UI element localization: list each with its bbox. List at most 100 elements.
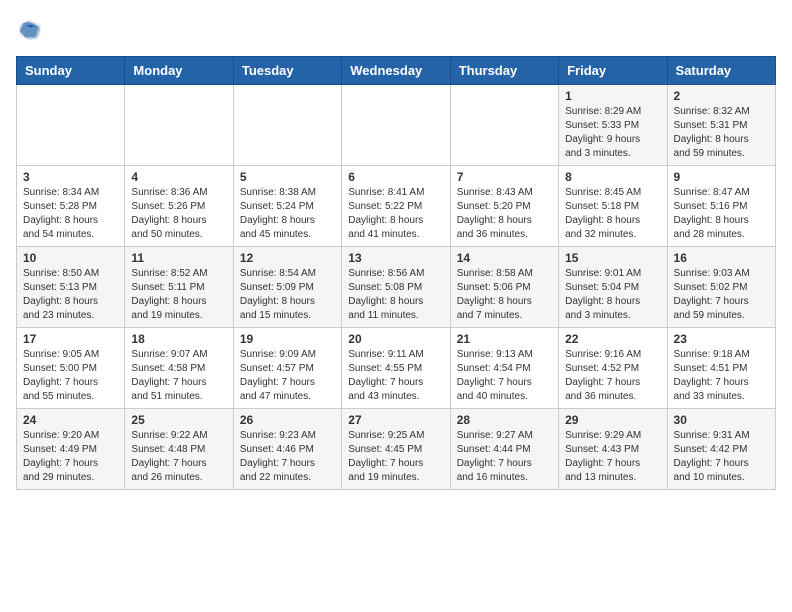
day-number: 11 xyxy=(131,251,226,265)
calendar-cell: 24Sunrise: 9:20 AM Sunset: 4:49 PM Dayli… xyxy=(17,409,125,490)
day-details: Sunrise: 9:03 AM Sunset: 5:02 PM Dayligh… xyxy=(674,267,769,323)
day-number: 28 xyxy=(457,413,552,427)
calendar-cell: 29 Sunrise: 9:29 AM Sunset: 4:43 PM Dayli… xyxy=(559,409,667,490)
day-number: 30 xyxy=(674,413,769,427)
calendar-cell: 27 Sunrise: 9:25 AM Sunset: 4:45 PM Dayli… xyxy=(342,409,450,490)
column-header-saturday: Saturday xyxy=(667,57,775,85)
column-header-friday: Friday xyxy=(559,57,667,85)
day-details: Sunrise: 9:23 AM Sunset: 4:46 PM Dayligh… xyxy=(240,429,335,485)
day-details: Sunrise: 9:20 AM Sunset: 4:49 PM Dayligh… xyxy=(23,429,118,485)
calendar-cell: 3 Sunrise: 8:34 AM Sunset: 5:28 PM Daylig… xyxy=(17,166,125,247)
day-number: 12 xyxy=(240,251,335,265)
calendar-cell: 20 Sunrise: 9:11 AM Sunset: 4:55 PM Dayli… xyxy=(342,328,450,409)
day-details: Sunrise: 8:47 AM Sunset: 5:16 PM Dayligh… xyxy=(674,186,769,242)
day-details: Sunrise: 8:50 AM Sunset: 5:13 PM Dayligh… xyxy=(23,267,118,323)
column-header-sunday: Sunday xyxy=(17,57,125,85)
calendar-cell: 11 Sunrise: 8:52 AM Sunset: 5:11 PM Dayli… xyxy=(125,247,233,328)
column-header-tuesday: Tuesday xyxy=(233,57,341,85)
day-details: Sunrise: 9:16 AM Sunset: 4:52 PM Dayligh… xyxy=(565,348,660,404)
calendar-cell: 26Sunrise: 9:23 AM Sunset: 4:46 PM Dayli… xyxy=(233,409,341,490)
day-number: 23 xyxy=(674,332,769,346)
day-details: Sunrise: 9:25 AM Sunset: 4:45 PM Dayligh… xyxy=(348,429,443,485)
calendar-cell: 14Sunrise: 8:58 AM Sunset: 5:06 PM Dayli… xyxy=(450,247,558,328)
calendar-cell: 16 Sunrise: 9:03 AM Sunset: 5:02 PM Dayli… xyxy=(667,247,775,328)
calendar-cell: 21Sunrise: 9:13 AM Sunset: 4:54 PM Dayli… xyxy=(450,328,558,409)
day-number: 2 xyxy=(674,89,769,103)
day-details: Sunrise: 9:07 AM Sunset: 4:58 PM Dayligh… xyxy=(131,348,226,404)
column-header-thursday: Thursday xyxy=(450,57,558,85)
day-number: 9 xyxy=(674,170,769,184)
day-details: Sunrise: 8:34 AM Sunset: 5:28 PM Dayligh… xyxy=(23,186,118,242)
day-number: 27 xyxy=(348,413,443,427)
day-number: 18 xyxy=(131,332,226,346)
calendar-cell: 5 Sunrise: 8:38 AM Sunset: 5:24 PM Daylig… xyxy=(233,166,341,247)
calendar-week-row: 3 Sunrise: 8:34 AM Sunset: 5:28 PM Daylig… xyxy=(17,166,776,247)
calendar-cell: 10 Sunrise: 8:50 AM Sunset: 5:13 PM Dayli… xyxy=(17,247,125,328)
calendar-cell xyxy=(125,85,233,166)
day-details: Sunrise: 9:05 AM Sunset: 5:00 PM Dayligh… xyxy=(23,348,118,404)
calendar-cell xyxy=(233,85,341,166)
calendar-cell: 15 Sunrise: 9:01 AM Sunset: 5:04 PM Dayli… xyxy=(559,247,667,328)
day-details: Sunrise: 8:45 AM Sunset: 5:18 PM Dayligh… xyxy=(565,186,660,242)
calendar-week-row: 17 Sunrise: 9:05 AM Sunset: 5:00 PM Dayli… xyxy=(17,328,776,409)
day-details: Sunrise: 8:52 AM Sunset: 5:11 PM Dayligh… xyxy=(131,267,226,323)
day-number: 13 xyxy=(348,251,443,265)
day-number: 8 xyxy=(565,170,660,184)
day-number: 25 xyxy=(131,413,226,427)
calendar-cell: 8 Sunrise: 8:45 AM Sunset: 5:18 PM Daylig… xyxy=(559,166,667,247)
calendar-cell: 23Sunrise: 9:18 AM Sunset: 4:51 PM Dayli… xyxy=(667,328,775,409)
day-number: 5 xyxy=(240,170,335,184)
day-number: 17 xyxy=(23,332,118,346)
calendar-table: SundayMondayTuesdayWednesdayThursdayFrid… xyxy=(16,56,776,490)
day-details: Sunrise: 9:01 AM Sunset: 5:04 PM Dayligh… xyxy=(565,267,660,323)
day-details: Sunrise: 8:41 AM Sunset: 5:22 PM Dayligh… xyxy=(348,186,443,242)
calendar-cell xyxy=(450,85,558,166)
day-details: Sunrise: 9:11 AM Sunset: 4:55 PM Dayligh… xyxy=(348,348,443,404)
day-details: Sunrise: 8:54 AM Sunset: 5:09 PM Dayligh… xyxy=(240,267,335,323)
logo xyxy=(16,16,48,44)
day-details: Sunrise: 9:29 AM Sunset: 4:43 PM Dayligh… xyxy=(565,429,660,485)
calendar-cell xyxy=(342,85,450,166)
calendar-cell: 12 Sunrise: 8:54 AM Sunset: 5:09 PM Dayli… xyxy=(233,247,341,328)
calendar-cell: 18 Sunrise: 9:07 AM Sunset: 4:58 PM Dayli… xyxy=(125,328,233,409)
day-details: Sunrise: 8:29 AM Sunset: 5:33 PM Dayligh… xyxy=(565,105,660,161)
day-details: Sunrise: 8:56 AM Sunset: 5:08 PM Dayligh… xyxy=(348,267,443,323)
day-number: 1 xyxy=(565,89,660,103)
calendar-cell: 4Sunrise: 8:36 AM Sunset: 5:26 PM Daylig… xyxy=(125,166,233,247)
calendar-cell: 19 Sunrise: 9:09 AM Sunset: 4:57 PM Dayli… xyxy=(233,328,341,409)
day-details: Sunrise: 9:22 AM Sunset: 4:48 PM Dayligh… xyxy=(131,429,226,485)
calendar-cell: 17 Sunrise: 9:05 AM Sunset: 5:00 PM Dayli… xyxy=(17,328,125,409)
day-details: Sunrise: 9:31 AM Sunset: 4:42 PM Dayligh… xyxy=(674,429,769,485)
calendar-cell: 9 Sunrise: 8:47 AM Sunset: 5:16 PM Daylig… xyxy=(667,166,775,247)
calendar-cell: 1 Sunrise: 8:29 AM Sunset: 5:33 PM Daylig… xyxy=(559,85,667,166)
calendar-cell: 6 Sunrise: 8:41 AM Sunset: 5:22 PM Daylig… xyxy=(342,166,450,247)
day-number: 16 xyxy=(674,251,769,265)
calendar-cell: 22 Sunrise: 9:16 AM Sunset: 4:52 PM Dayli… xyxy=(559,328,667,409)
day-details: Sunrise: 9:27 AM Sunset: 4:44 PM Dayligh… xyxy=(457,429,552,485)
calendar-cell: 25 Sunrise: 9:22 AM Sunset: 4:48 PM Dayli… xyxy=(125,409,233,490)
page-header xyxy=(16,16,776,44)
day-number: 4 xyxy=(131,170,226,184)
day-details: Sunrise: 8:38 AM Sunset: 5:24 PM Dayligh… xyxy=(240,186,335,242)
calendar-cell: 2Sunrise: 8:32 AM Sunset: 5:31 PM Daylig… xyxy=(667,85,775,166)
calendar-header-row: SundayMondayTuesdayWednesdayThursdayFrid… xyxy=(17,57,776,85)
calendar-week-row: 1 Sunrise: 8:29 AM Sunset: 5:33 PM Daylig… xyxy=(17,85,776,166)
day-number: 20 xyxy=(348,332,443,346)
day-number: 19 xyxy=(240,332,335,346)
day-details: Sunrise: 9:09 AM Sunset: 4:57 PM Dayligh… xyxy=(240,348,335,404)
day-number: 22 xyxy=(565,332,660,346)
calendar-cell: 13 Sunrise: 8:56 AM Sunset: 5:08 PM Dayli… xyxy=(342,247,450,328)
day-number: 6 xyxy=(348,170,443,184)
day-number: 14 xyxy=(457,251,552,265)
day-details: Sunrise: 8:43 AM Sunset: 5:20 PM Dayligh… xyxy=(457,186,552,242)
day-number: 21 xyxy=(457,332,552,346)
day-number: 15 xyxy=(565,251,660,265)
calendar-cell: 30 Sunrise: 9:31 AM Sunset: 4:42 PM Dayli… xyxy=(667,409,775,490)
day-number: 3 xyxy=(23,170,118,184)
day-number: 7 xyxy=(457,170,552,184)
calendar-cell: 28 Sunrise: 9:27 AM Sunset: 4:44 PM Dayli… xyxy=(450,409,558,490)
day-number: 10 xyxy=(23,251,118,265)
day-number: 29 xyxy=(565,413,660,427)
logo-icon xyxy=(16,16,44,44)
column-header-wednesday: Wednesday xyxy=(342,57,450,85)
